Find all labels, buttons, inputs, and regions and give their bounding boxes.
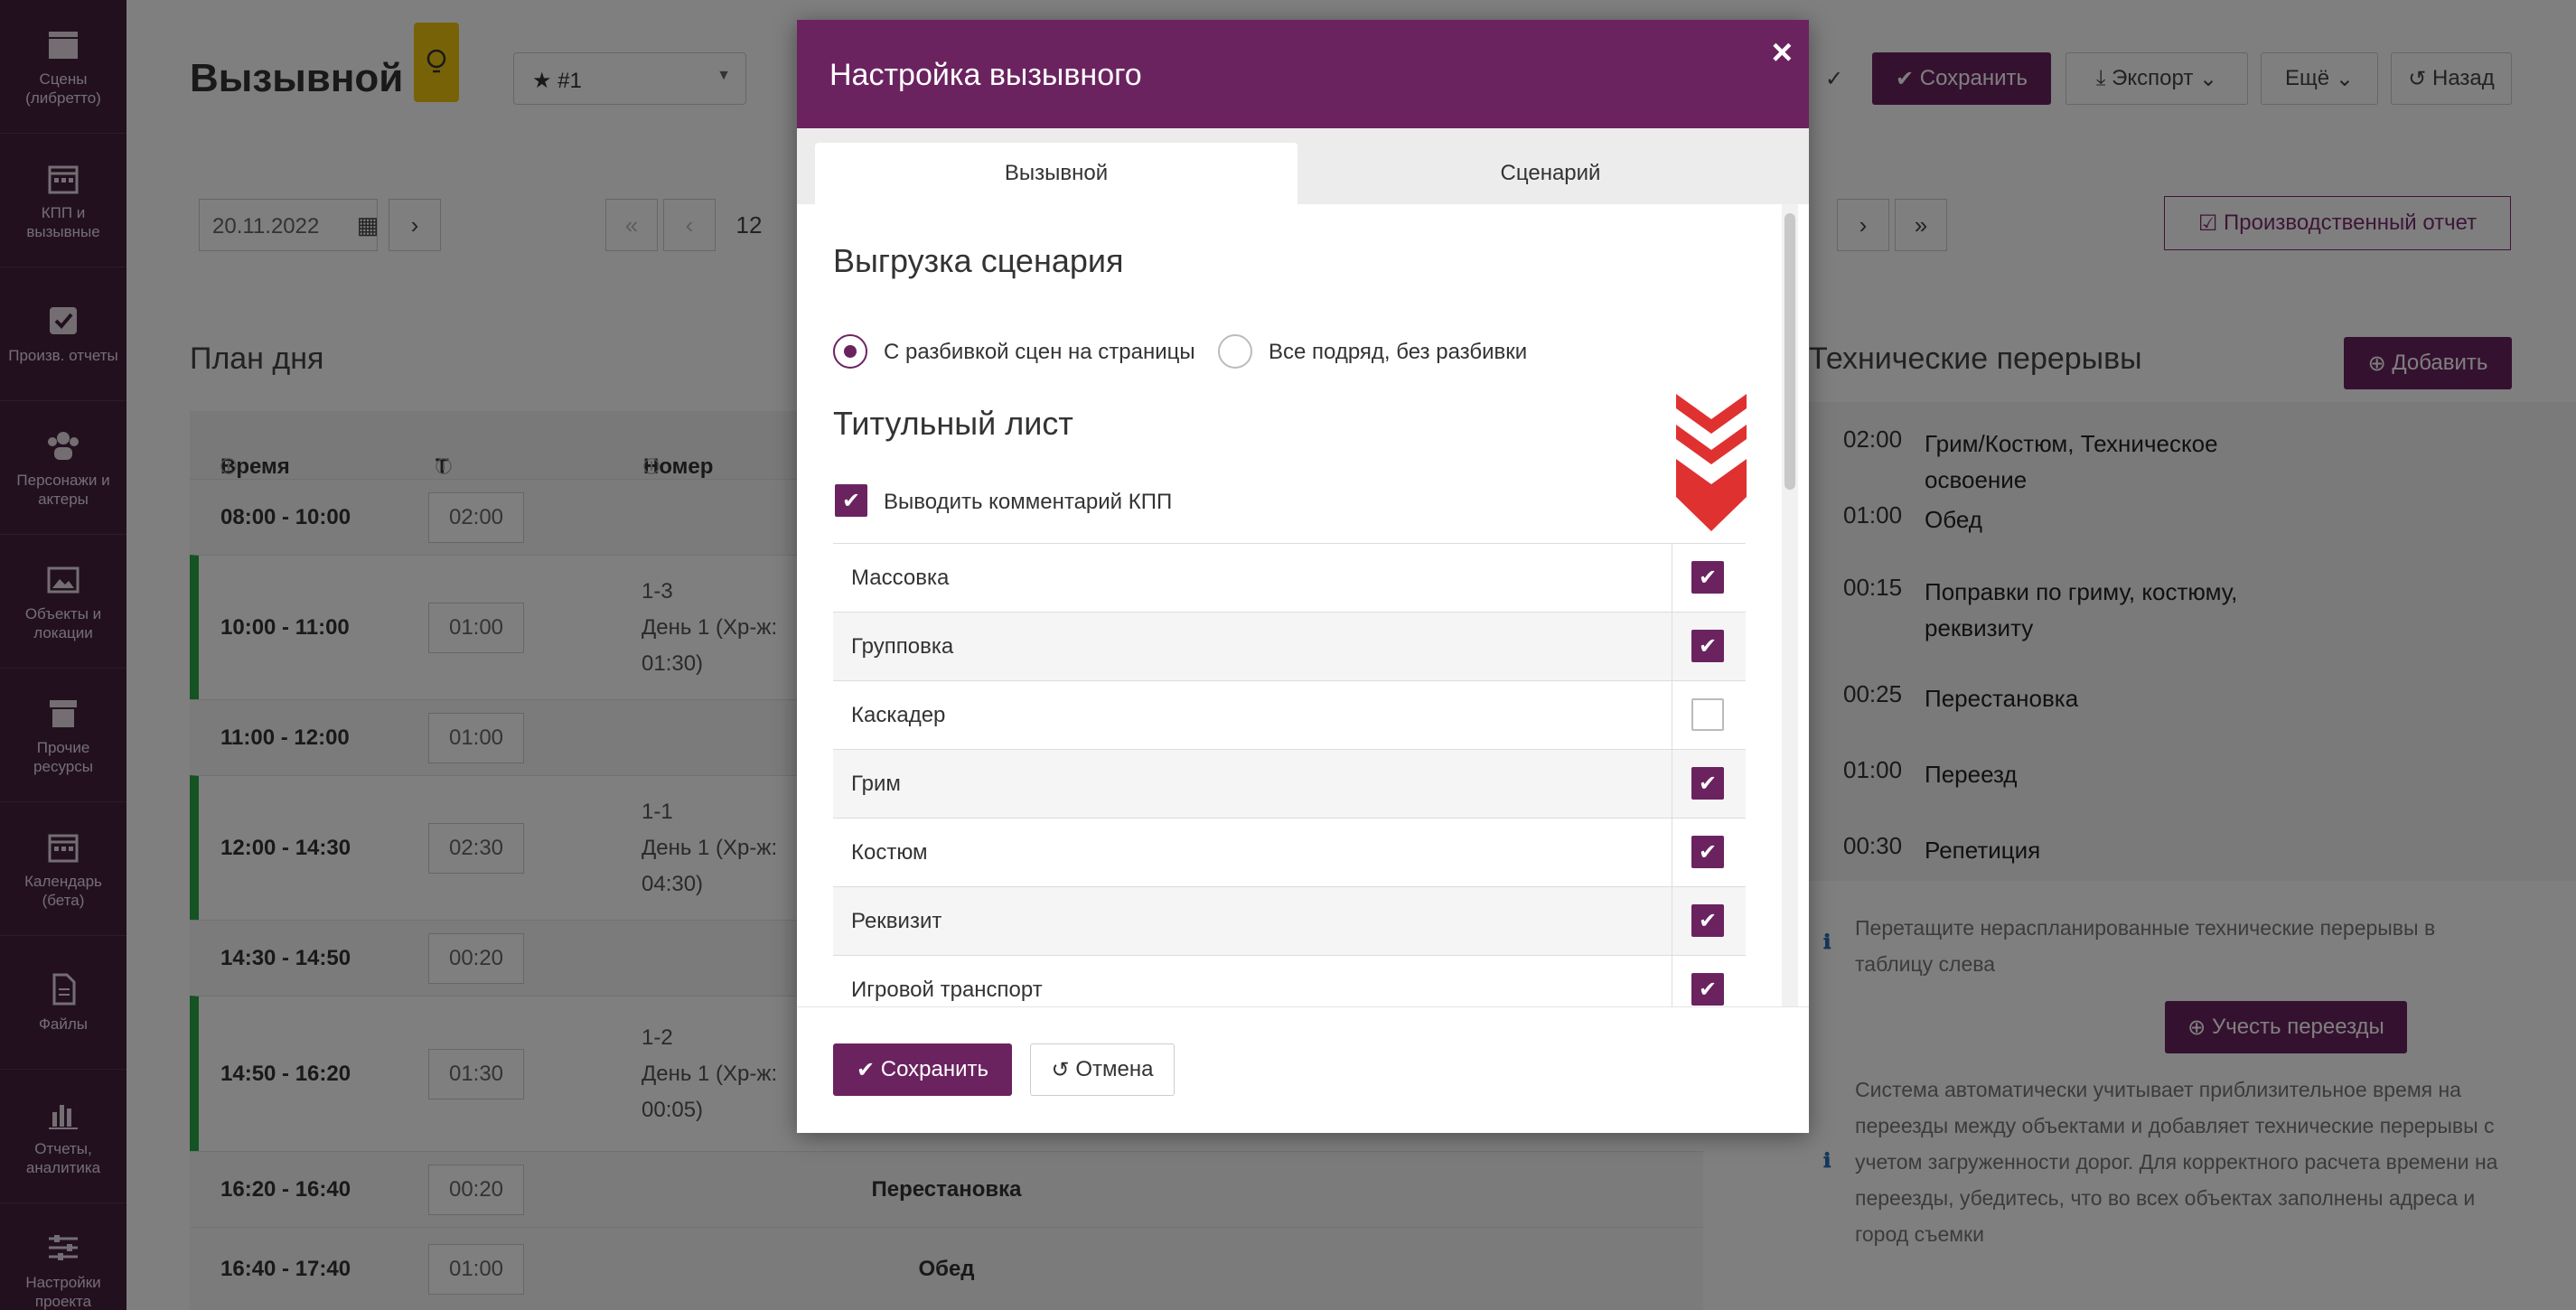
resource-checkbox[interactable] (1691, 973, 1724, 1006)
resource-label: Реквизит (851, 909, 942, 933)
check-icon: ✔ (856, 1057, 881, 1082)
modal-title: Настройка вызывного (829, 58, 1142, 92)
resource-label: Грим (851, 772, 901, 796)
scroll-thumb[interactable] (1784, 213, 1795, 490)
resource-label: Каскадер (851, 703, 946, 727)
modal-save-button[interactable]: ✔ Сохранить (833, 1043, 1012, 1096)
modal-scrollbar[interactable] (1782, 204, 1798, 1006)
resource-checkbox[interactable] (1691, 836, 1724, 868)
resource-label: Групповка (851, 634, 954, 659)
resource-checkbox[interactable] (1691, 630, 1724, 662)
close-icon[interactable]: × (1772, 33, 1793, 73)
modal-save-label: Сохранить (880, 1057, 989, 1081)
resource-checkbox[interactable] (1691, 904, 1724, 937)
resource-label: Костюм (851, 840, 928, 865)
resource-row: Костюм (833, 818, 1746, 887)
undo-icon: ↺ (1051, 1057, 1076, 1082)
resource-label: Игровой транспорт (851, 978, 1043, 1002)
chevron-down-icon (1676, 394, 1747, 531)
modal-cancel-label: Отмена (1075, 1057, 1154, 1081)
radio-no-split[interactable] (1218, 334, 1252, 369)
resource-row: Реквизит (833, 886, 1746, 956)
modal-tabs: Вызывной Сценарий (797, 128, 1809, 204)
resource-row: Каскадер (833, 680, 1746, 750)
resource-label: Массовка (851, 566, 950, 590)
radio-split-pages[interactable] (833, 334, 867, 369)
tab-script[interactable]: Сценарий (1310, 143, 1791, 204)
call-sheet-settings-modal: Настройка вызывного × Вызывной Сценарий … (797, 20, 1809, 1133)
modal-header: Настройка вызывного × (797, 20, 1809, 128)
modal-body: Выгрузка сценария С разбивкой сцен на ст… (797, 204, 1809, 1006)
modal-cancel-button[interactable]: ↺ Отмена (1030, 1043, 1175, 1096)
resource-checkbox[interactable] (1691, 561, 1724, 594)
title-page-section-title: Титульный лист (833, 405, 1073, 442)
resource-row: Грим (833, 749, 1746, 819)
radio-no-split-label[interactable]: Все подряд, без разбивки (1269, 340, 1527, 365)
resource-row: Игровой транспорт (833, 955, 1746, 1006)
kpp-comment-checkbox[interactable] (835, 484, 867, 517)
resource-checkbox[interactable] (1691, 767, 1724, 800)
resource-checkbox[interactable] (1691, 698, 1724, 731)
kpp-comment-label[interactable]: Выводить комментарий КПП (884, 490, 1172, 515)
resource-row: Групповка (833, 612, 1746, 681)
modal-footer: ✔ Сохранить ↺ Отмена (797, 1006, 1809, 1133)
tab-call-sheet[interactable]: Вызывной (815, 143, 1297, 204)
export-section-title: Выгрузка сценария (833, 242, 1124, 279)
radio-split-pages-label[interactable]: С разбивкой сцен на страницы (884, 340, 1195, 365)
resource-row: Массовка (833, 543, 1746, 613)
